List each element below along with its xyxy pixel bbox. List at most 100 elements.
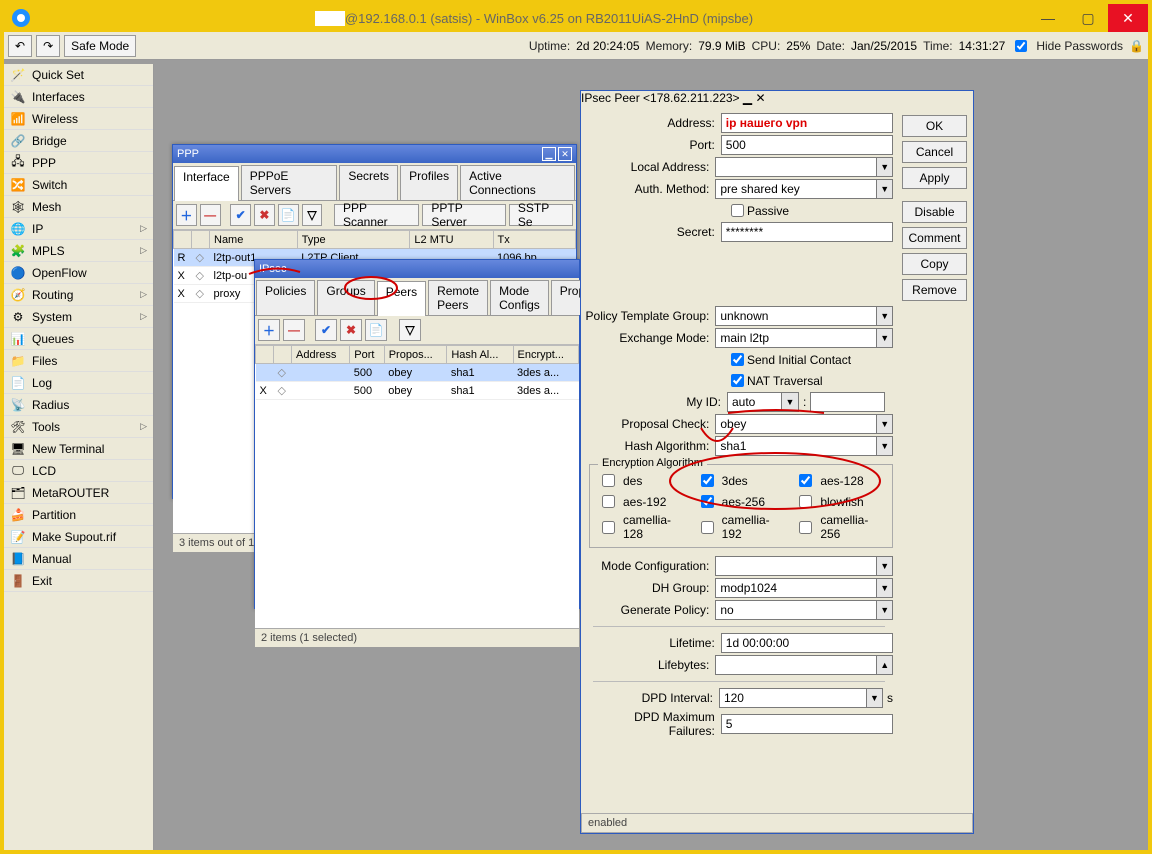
tab-secrets[interactable]: Secrets [339, 165, 398, 200]
ipsec-disable-button[interactable]: ✖ [340, 319, 362, 341]
sidebar-item-log[interactable]: 📄Log [4, 372, 153, 394]
send-initial-checkbox[interactable] [731, 353, 744, 366]
ipsec-add-button[interactable]: ＋ [258, 319, 280, 341]
myid-select[interactable] [727, 392, 782, 412]
enc-aes192[interactable] [602, 495, 615, 508]
sstp-server-button[interactable]: SSTP Se [509, 204, 573, 226]
table-row[interactable]: ◇500obeysha13des a... [256, 364, 579, 382]
filter-button[interactable]: ▽ [302, 204, 323, 226]
sidebar-item-switch[interactable]: 🔀Switch [4, 174, 153, 196]
ok-button[interactable]: OK [902, 115, 967, 137]
sidebar-item-manual[interactable]: 📘Manual [4, 548, 153, 570]
ppp-window-title[interactable]: PPP ▁ ✕ [173, 145, 576, 163]
sidebar-item-mpls[interactable]: 🧩MPLS▷ [4, 240, 153, 262]
sidebar-item-wireless[interactable]: 📶Wireless [4, 108, 153, 130]
ipsec-window-title[interactable]: IPsec [255, 260, 579, 278]
ipsec-enable-button[interactable]: ✔ [315, 319, 337, 341]
tab-pppoe-servers[interactable]: PPPoE Servers [241, 165, 338, 200]
window-maximize-button[interactable]: ▢ [1068, 4, 1108, 32]
sidebar-item-bridge[interactable]: 🔗Bridge [4, 130, 153, 152]
enc-camellia256[interactable] [799, 521, 812, 534]
gen-policy-select[interactable] [715, 600, 877, 620]
lifetime-input[interactable] [721, 633, 893, 653]
myid-drop[interactable]: ▼ [781, 392, 799, 412]
tab-profiles[interactable]: Profiles [400, 165, 458, 200]
nat-traversal-checkbox[interactable] [731, 374, 744, 387]
sidebar-item-exit[interactable]: 🚪Exit [4, 570, 153, 592]
comment-button[interactable]: 📄 [278, 204, 299, 226]
address-input[interactable] [721, 113, 893, 133]
proposal-check-select[interactable] [715, 414, 877, 434]
sidebar-item-interfaces[interactable]: 🔌Interfaces [4, 86, 153, 108]
myid-value-input[interactable] [810, 392, 885, 412]
hash-alg-select[interactable] [715, 436, 877, 456]
sidebar-item-quick-set[interactable]: 🪄Quick Set [4, 64, 153, 86]
sidebar-item-make-supout.rif[interactable]: 📝Make Supout.rif [4, 526, 153, 548]
sidebar-item-lcd[interactable]: 🖵LCD [4, 460, 153, 482]
lifebytes-input[interactable] [715, 655, 877, 675]
enable-button[interactable]: ✔ [230, 204, 251, 226]
disable-button[interactable]: ✖ [254, 204, 275, 226]
remove-button[interactable]: — [200, 204, 221, 226]
sidebar-item-new-terminal[interactable]: 🖥New Terminal [4, 438, 153, 460]
copy-button[interactable]: Copy [902, 253, 967, 275]
add-button[interactable]: ＋ [176, 204, 197, 226]
peer-dialog-title[interactable]: IPsec Peer <178.62.211.223> ▁ ✕ [581, 91, 973, 105]
safe-mode-button[interactable]: Safe Mode [64, 35, 136, 57]
ipsec-comment-button[interactable]: 📄 [365, 319, 387, 341]
sidebar-item-tools[interactable]: 🛠Tools▷ [4, 416, 153, 438]
peer-minimize-icon[interactable]: ▁ [743, 91, 752, 105]
ptg-drop[interactable]: ▼ [876, 306, 893, 326]
dpd-interval-drop[interactable]: ▼ [866, 688, 883, 708]
table-row[interactable]: X◇500obeysha13des a... [256, 382, 579, 400]
ipsec-grid[interactable]: AddressPortPropos...Hash Al...Encrypt...… [255, 345, 579, 400]
dpd-interval-input[interactable] [719, 688, 867, 708]
tab-policies[interactable]: Policies [256, 280, 315, 315]
sidebar-item-metarouter[interactable]: 🗂MetaROUTER [4, 482, 153, 504]
tab-groups[interactable]: Groups [317, 280, 374, 315]
auth-method-drop[interactable]: ▼ [876, 179, 893, 199]
ipsec-remove-button[interactable]: — [283, 319, 305, 341]
passive-checkbox[interactable] [731, 204, 744, 217]
exchange-select[interactable] [715, 328, 877, 348]
enc-aes256[interactable] [701, 495, 714, 508]
enc-3des[interactable] [701, 474, 714, 487]
hide-passwords-checkbox[interactable] [1015, 40, 1027, 52]
dpd-max-input[interactable] [721, 714, 893, 734]
hash-drop[interactable]: ▼ [876, 436, 893, 456]
cancel-button[interactable]: Cancel [902, 141, 967, 163]
tab-remote-peers[interactable]: Remote Peers [428, 280, 488, 315]
lifebytes-drop[interactable]: ▲ [876, 655, 893, 675]
sidebar-item-system[interactable]: ⚙System▷ [4, 306, 153, 328]
tab-interface[interactable]: Interface [174, 166, 239, 201]
ipsec-filter-button[interactable]: ▽ [399, 319, 421, 341]
sidebar-item-routing[interactable]: 🧭Routing▷ [4, 284, 153, 306]
secret-input[interactable] [721, 222, 893, 242]
redo-button[interactable]: ↷ [36, 35, 60, 57]
local-address-input[interactable] [715, 157, 877, 177]
peer-comment-button[interactable]: Comment [902, 227, 967, 249]
window-minimize-button[interactable]: — [1028, 4, 1068, 32]
port-input[interactable] [721, 135, 893, 155]
ptg-select[interactable] [715, 306, 877, 326]
disable-button[interactable]: Disable [902, 201, 967, 223]
enc-des[interactable] [602, 474, 615, 487]
sidebar-item-files[interactable]: 📁Files [4, 350, 153, 372]
mode-conf-select[interactable] [715, 556, 877, 576]
enc-camellia128[interactable] [602, 521, 615, 534]
enc-aes128[interactable] [799, 474, 812, 487]
sidebar-item-radius[interactable]: 📡Radius [4, 394, 153, 416]
auth-method-select[interactable] [715, 179, 877, 199]
pptp-server-button[interactable]: PPTP Server [422, 204, 506, 226]
peer-remove-button[interactable]: Remove [902, 279, 967, 301]
ppp-minimize-icon[interactable]: ▁ [542, 147, 556, 161]
sidebar-item-openflow[interactable]: 🔵OpenFlow [4, 262, 153, 284]
local-address-drop[interactable]: ▼ [876, 157, 893, 177]
tab-active-connections[interactable]: Active Connections [460, 165, 575, 200]
exchange-drop[interactable]: ▼ [876, 328, 893, 348]
sidebar-item-ppp[interactable]: 🖧PPP [4, 152, 153, 174]
tab-peers[interactable]: Peers [377, 281, 426, 316]
window-close-button[interactable]: ✕ [1108, 4, 1148, 32]
gen-policy-drop[interactable]: ▼ [876, 600, 893, 620]
sidebar-item-partition[interactable]: 🍰Partition [4, 504, 153, 526]
